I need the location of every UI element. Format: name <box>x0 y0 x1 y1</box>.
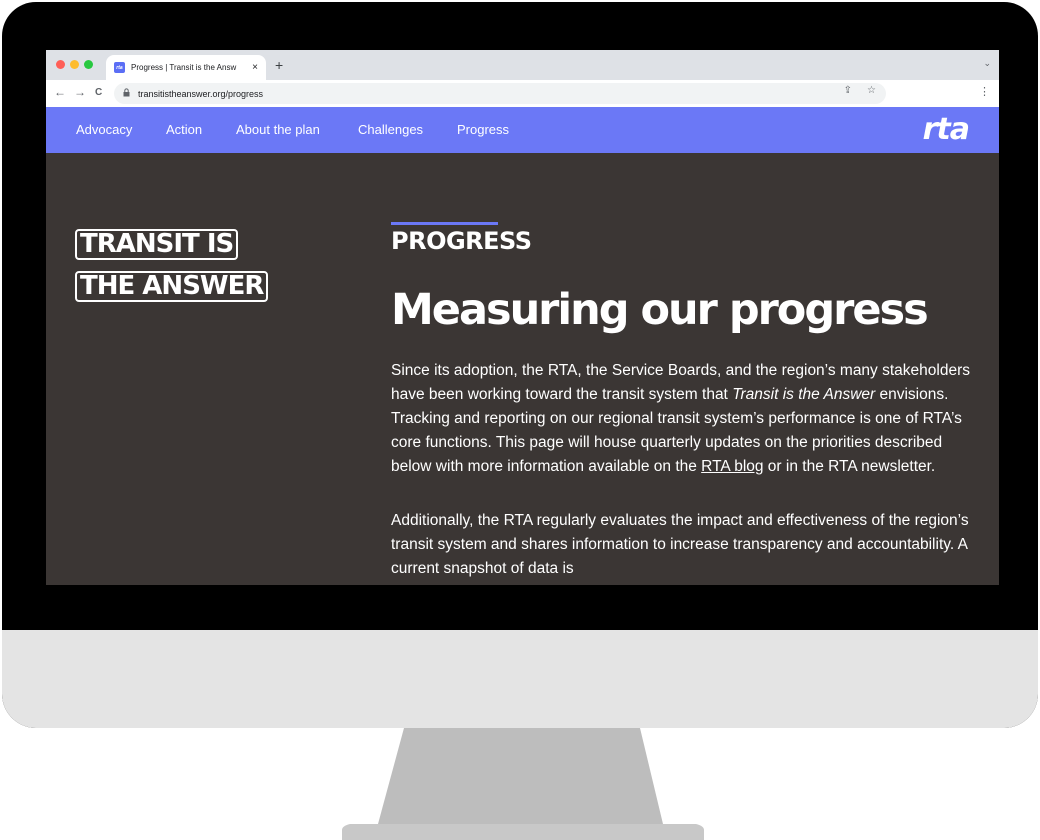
tab-search-icon[interactable]: ⌄ <box>983 58 991 69</box>
site-navigation: Advocacy Action About the plan Challenge… <box>46 107 999 153</box>
logo-badge-line-2[interactable]: THE ANSWER <box>75 271 269 302</box>
rta-logo[interactable]: rta <box>923 112 970 147</box>
browser-window: rta Progress | Transit is the Answ × + ⌄… <box>46 50 999 585</box>
section-accent-rule <box>391 222 498 225</box>
share-icon[interactable]: ⇪ <box>844 85 852 96</box>
maximize-window-dot[interactable] <box>84 60 93 69</box>
rta-favicon-icon: rta <box>114 62 125 73</box>
browser-menu-icon[interactable]: ⋮ <box>979 85 990 98</box>
url-text: transitistheanswer.org/progress <box>138 88 264 99</box>
logo-badge-line-1[interactable]: TRANSIT IS <box>75 229 239 260</box>
close-tab-icon[interactable]: × <box>248 62 262 73</box>
reload-icon[interactable]: C <box>95 87 102 98</box>
back-icon[interactable]: ← <box>54 85 66 99</box>
rta-blog-link[interactable]: RTA blog <box>701 458 763 475</box>
lock-icon <box>123 88 130 99</box>
tab-title: Progress | Transit is the Answ <box>131 63 237 72</box>
section-label: PROGRESS <box>391 227 532 255</box>
nav-progress[interactable]: Progress <box>457 122 509 137</box>
nav-challenges[interactable]: Challenges <box>358 122 423 137</box>
tab-strip: rta Progress | Transit is the Answ × + ⌄ <box>46 50 999 80</box>
nav-action[interactable]: Action <box>166 122 202 137</box>
forward-icon[interactable]: → <box>74 85 86 99</box>
close-window-dot[interactable] <box>56 60 65 69</box>
page-title: Measuring our progress <box>391 285 929 335</box>
intro-paragraph: Since its adoption, the RTA, the Service… <box>391 362 970 475</box>
bookmark-star-icon[interactable]: ☆ <box>867 85 876 96</box>
address-bar[interactable]: transitistheanswer.org/progress ⇪ ☆ <box>114 83 886 104</box>
browser-toolbar: ← → C transitistheanswer.org/progress ⇪ … <box>46 80 999 107</box>
minimize-window-dot[interactable] <box>70 60 79 69</box>
nav-about-the-plan[interactable]: About the plan <box>236 122 320 137</box>
nav-advocacy[interactable]: Advocacy <box>76 122 132 137</box>
second-paragraph: Additionally, the RTA regularly evaluate… <box>391 512 969 577</box>
monitor-chin <box>2 630 1038 728</box>
new-tab-icon[interactable]: + <box>275 57 283 73</box>
tab-progress[interactable]: rta Progress | Transit is the Answ × <box>106 55 266 80</box>
